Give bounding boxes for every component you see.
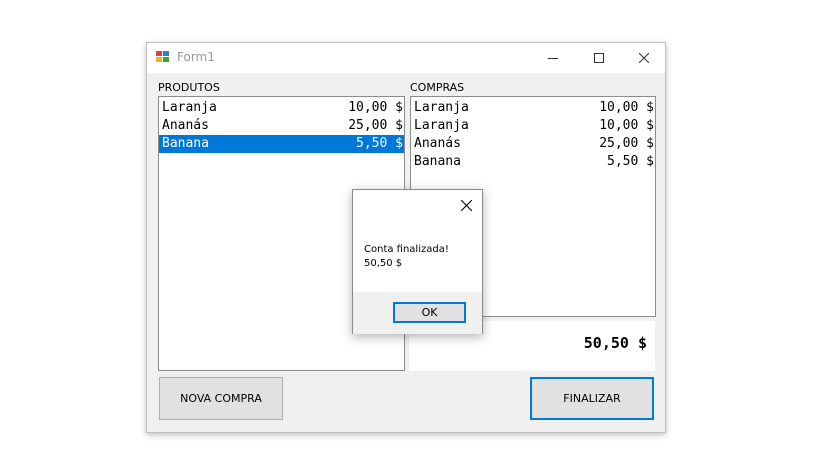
- close-button[interactable]: [621, 43, 667, 73]
- produtos-item-name: Laranja: [162, 100, 217, 115]
- dialog-footer: OK: [353, 292, 482, 334]
- compras-item[interactable]: Laranja 10,00 $: [411, 99, 655, 117]
- compras-item-name: Banana: [414, 154, 461, 169]
- produtos-item-selected[interactable]: Banana 5,50 $: [159, 135, 404, 153]
- dialog-message-line2: 50,50 $: [364, 258, 403, 269]
- nova-compra-button[interactable]: NOVA COMPRA: [159, 377, 283, 420]
- compras-item-name: Laranja: [414, 118, 469, 133]
- produtos-item-price: 5,50 $: [348, 136, 403, 151]
- minimize-icon: [548, 58, 558, 59]
- produtos-item-name: Ananás: [162, 118, 209, 133]
- compras-item[interactable]: Banana 5,50 $: [411, 153, 655, 171]
- app-icon: [156, 51, 170, 63]
- maximize-button[interactable]: [576, 43, 622, 73]
- window-title: Form1: [177, 50, 215, 64]
- compras-item-price: 10,00 $: [599, 118, 654, 133]
- produtos-item[interactable]: Ananás 25,00 $: [159, 117, 404, 135]
- dialog-message-line1: Conta finalizada!: [364, 244, 449, 255]
- compras-item-name: Laranja: [414, 100, 469, 115]
- produtos-item[interactable]: Laranja 10,00 $: [159, 99, 404, 117]
- close-icon: [460, 199, 472, 211]
- produtos-item-name: Banana: [162, 136, 209, 151]
- compras-label: COMPRAS: [410, 81, 465, 94]
- dialog-close-button[interactable]: [457, 196, 475, 214]
- compras-item[interactable]: Laranja 10,00 $: [411, 117, 655, 135]
- message-dialog: Conta finalizada! 50,50 $ OK: [352, 189, 483, 334]
- ok-button[interactable]: OK: [393, 302, 466, 323]
- maximize-icon: [594, 53, 604, 63]
- produtos-item-price: 10,00 $: [348, 100, 403, 115]
- compras-item[interactable]: Ananás 25,00 $: [411, 135, 655, 153]
- total-value: 50,50 $: [583, 334, 647, 352]
- produtos-label: PRODUTOS: [158, 81, 220, 94]
- produtos-item-price: 25,00 $: [348, 118, 403, 133]
- compras-item-price: 10,00 $: [599, 100, 654, 115]
- compras-item-price: 25,00 $: [599, 136, 654, 151]
- minimize-button[interactable]: [530, 43, 576, 73]
- compras-item-price: 5,50 $: [599, 154, 654, 169]
- finalizar-button[interactable]: FINALIZAR: [530, 377, 654, 420]
- close-icon: [639, 53, 649, 63]
- title-bar[interactable]: Form1: [147, 43, 665, 73]
- compras-item-name: Ananás: [414, 136, 461, 151]
